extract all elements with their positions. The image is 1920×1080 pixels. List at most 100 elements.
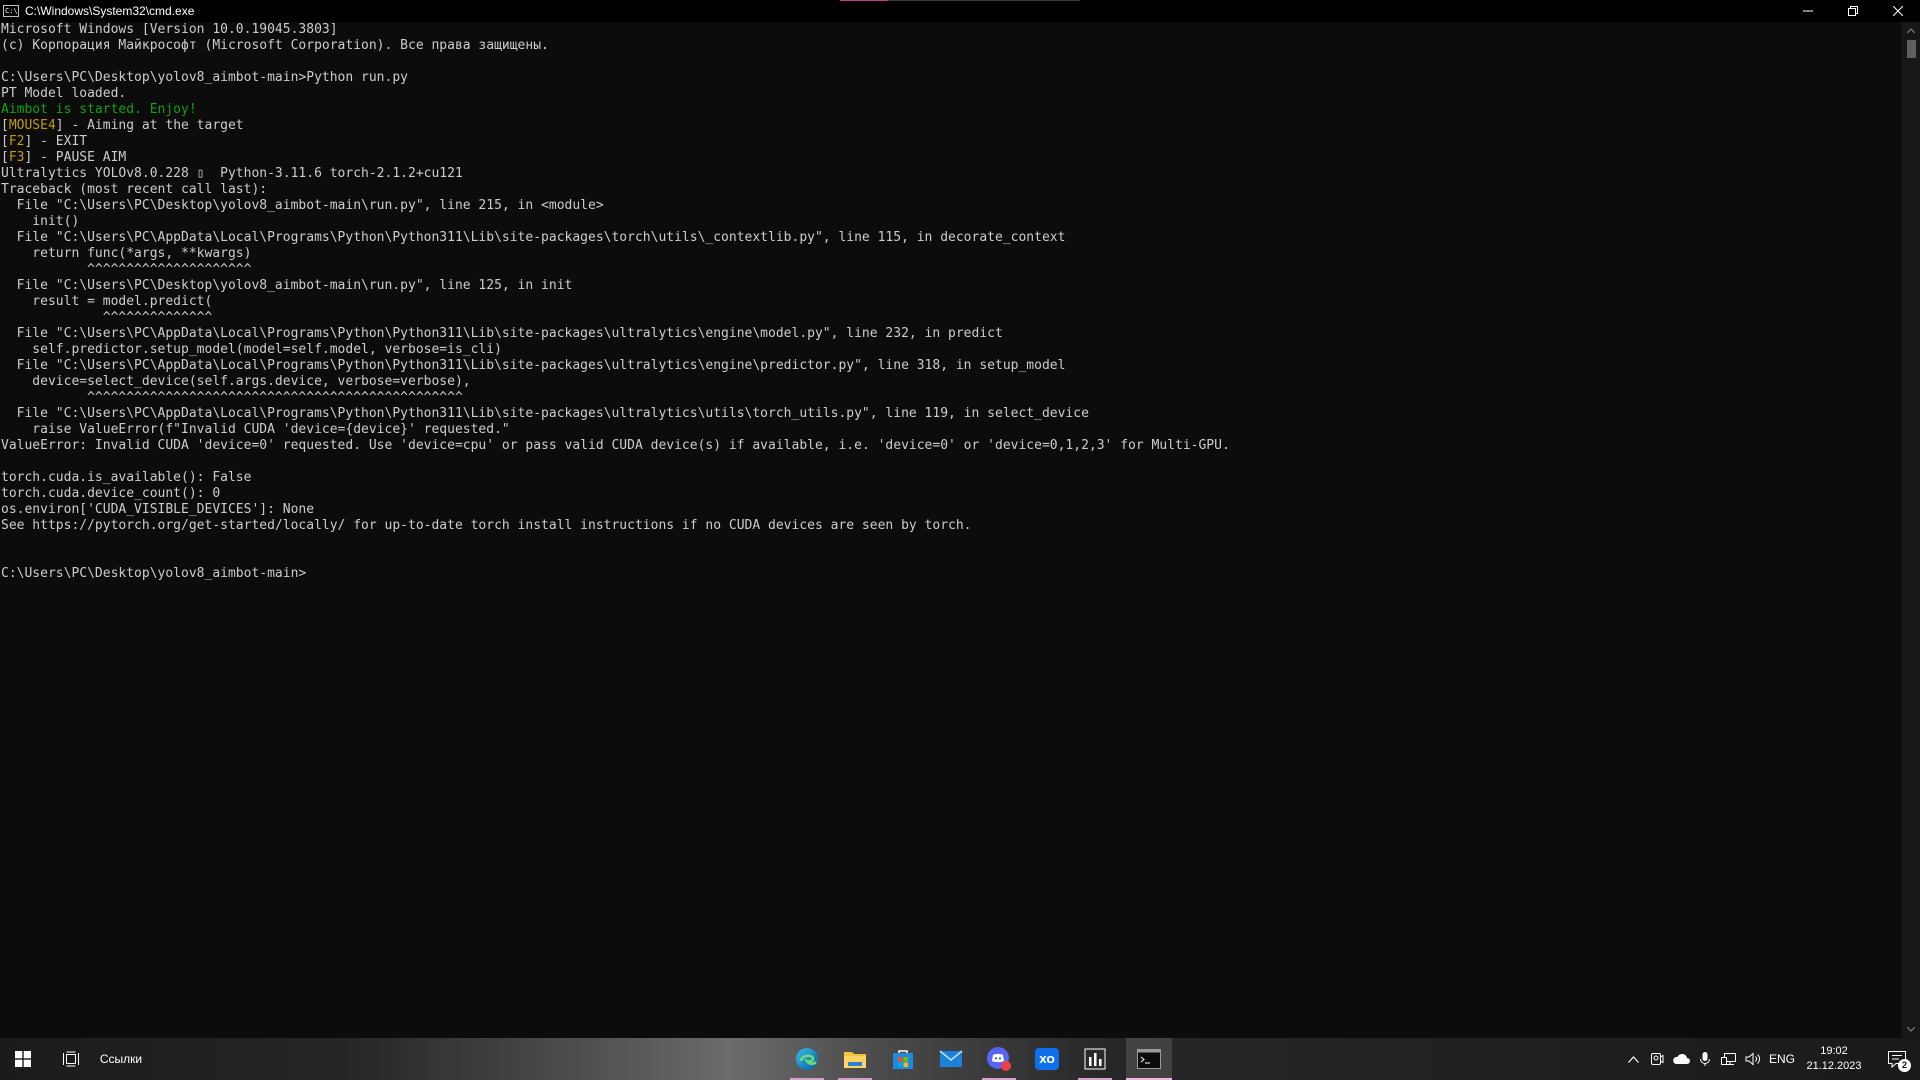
console-line: C:\Users\PC\Desktop\yolov8_aimbot-main> xyxy=(0,566,1902,582)
console-line: File "C:\Users\PC\AppData\Local\Programs… xyxy=(0,358,1902,374)
console-text: device=select_device(self.args.device, v… xyxy=(1,374,471,389)
minimize-button[interactable] xyxy=(1785,0,1830,22)
console-line: ValueError: Invalid CUDA 'device=0' requ… xyxy=(0,438,1902,454)
title-bar-accent-line xyxy=(840,0,1080,1)
taskbar-mail[interactable] xyxy=(928,1038,974,1080)
console-line: device=select_device(self.args.device, v… xyxy=(0,374,1902,390)
close-icon xyxy=(1892,6,1903,16)
cloud-icon xyxy=(1673,1053,1690,1064)
cmd-icon[interactable]: C:\ xyxy=(3,5,19,17)
console-text: File "C:\Users\PC\AppData\Local\Programs… xyxy=(1,326,1003,341)
console-text: Ultralytics YOLOv8.0.228 ▯ Python-3.11.6… xyxy=(1,166,463,181)
console-text: File "C:\Users\PC\Desktop\yolov8_aimbot-… xyxy=(1,198,604,213)
console-text: [ xyxy=(1,134,9,149)
console-text: os.environ['CUDA_VISIBLE_DEVICES']: None xyxy=(1,502,315,517)
console-text: return func(*args, **kwargs) xyxy=(1,246,252,261)
network-icon xyxy=(1721,1053,1736,1065)
console-line: File "C:\Users\PC\AppData\Local\Programs… xyxy=(0,230,1902,246)
scroll-thumb[interactable] xyxy=(1907,40,1916,58)
windows-logo-icon xyxy=(15,1051,31,1067)
scroll-down-button[interactable] xyxy=(1902,1021,1920,1038)
clock-date: 21.12.2023 xyxy=(1806,1060,1862,1072)
console-line: Traceback (most recent call last): xyxy=(0,182,1902,198)
taskbar-command-prompt[interactable] xyxy=(1126,1038,1172,1080)
mail-icon xyxy=(939,1050,963,1067)
tray-language[interactable]: ENG xyxy=(1764,1038,1800,1080)
console-line: ^^^^^^^^^^^^^^^^^^^^^^^^^^^^^^^^^^^^^^^^… xyxy=(0,390,1902,406)
console-line: Aimbot is started. Enjoy! xyxy=(0,102,1902,118)
console-text: [ xyxy=(1,118,9,133)
console-line: See https://pytorch.org/get-started/loca… xyxy=(0,518,1902,534)
console-line: ^^^^^^^^^^^^^^^^^^^^^ xyxy=(0,262,1902,278)
file-explorer-icon xyxy=(844,1052,866,1068)
console-line: [MOUSE4] - Aiming at the target xyxy=(0,118,1902,134)
console-line: raise ValueError(f"Invalid CUDA 'device=… xyxy=(0,422,1902,438)
tray-clock[interactable]: 19:02 21.12.2023 xyxy=(1798,1038,1870,1080)
console-line: return func(*args, **kwargs) xyxy=(0,246,1902,262)
show-hidden-icons-button[interactable] xyxy=(1622,1038,1644,1080)
chevron-up-icon xyxy=(1627,1055,1639,1063)
console-text: raise ValueError(f"Invalid CUDA 'device=… xyxy=(1,422,510,437)
console-scrollbar[interactable] xyxy=(1902,22,1920,1038)
window-controls xyxy=(1785,0,1920,22)
console-line: File "C:\Users\PC\Desktop\yolov8_aimbot-… xyxy=(0,198,1902,214)
clock-time: 19:02 xyxy=(1820,1045,1848,1057)
start-button[interactable] xyxy=(0,1038,46,1080)
tray-onedrive[interactable] xyxy=(1670,1038,1692,1080)
links-toolbar[interactable]: Ссылки xyxy=(96,1038,146,1080)
console-text: self.predictor.setup_model(model=self.mo… xyxy=(1,342,502,357)
command-prompt-icon xyxy=(1137,1049,1161,1069)
window-title-bar[interactable]: C:\ C:\Windows\System32\cmd.exe xyxy=(0,0,1920,22)
svg-text:XO: XO xyxy=(1039,1055,1055,1066)
console-line: [F3] - PAUSE AIM xyxy=(0,150,1902,166)
console-line: self.predictor.setup_model(model=self.mo… xyxy=(0,342,1902,358)
task-view-button[interactable] xyxy=(48,1038,94,1080)
console-text: ] - EXIT xyxy=(24,134,88,149)
chevron-up-icon xyxy=(1907,28,1915,33)
restore-button[interactable] xyxy=(1830,0,1875,22)
taskbar-task-manager[interactable] xyxy=(1072,1038,1118,1080)
console-text: ValueError: Invalid CUDA 'device=0' requ… xyxy=(1,438,1230,453)
console-line: torch.cuda.device_count(): 0 xyxy=(0,486,1902,502)
console-text: Traceback (most recent call last): xyxy=(1,182,268,197)
console-line: PT Model loaded. xyxy=(0,86,1902,102)
console-line: File "C:\Users\PC\Desktop\yolov8_aimbot-… xyxy=(0,278,1902,294)
console-text: File "C:\Users\PC\AppData\Local\Programs… xyxy=(1,358,1066,373)
tray-network[interactable] xyxy=(1718,1038,1740,1080)
console-text: File "C:\Users\PC\Desktop\yolov8_aimbot-… xyxy=(1,278,573,293)
tray-microphone[interactable] xyxy=(1694,1038,1716,1080)
chevron-down-icon xyxy=(1907,1027,1915,1032)
console-output[interactable]: Microsoft Windows [Version 10.0.19045.38… xyxy=(0,22,1902,1038)
tray-meet-now[interactable] xyxy=(1646,1038,1668,1080)
tray-volume[interactable] xyxy=(1742,1038,1764,1080)
edge-icon xyxy=(796,1048,818,1070)
taskbar-file-explorer[interactable] xyxy=(832,1038,878,1080)
xbox-icon: XO xyxy=(1035,1048,1059,1070)
minimize-icon xyxy=(1802,10,1813,12)
console-line: result = model.predict( xyxy=(0,294,1902,310)
taskbar-edge[interactable] xyxy=(784,1038,830,1080)
webcam-icon xyxy=(1651,1053,1664,1065)
console-text: ^^^^^^^^^^^^^^^^^^^^^^^^^^^^^^^^^^^^^^^^… xyxy=(1,390,463,405)
console-text: torch.cuda.is_available(): False xyxy=(1,470,252,485)
console-text: F2 xyxy=(8,134,25,149)
console-text: File "C:\Users\PC\AppData\Local\Programs… xyxy=(1,406,1089,421)
action-center-button[interactable]: 2 xyxy=(1874,1038,1920,1080)
console-text: init() xyxy=(1,214,80,229)
console-line: Ultralytics YOLOv8.0.228 ▯ Python-3.11.6… xyxy=(0,166,1902,182)
task-view-icon xyxy=(63,1051,79,1067)
restore-icon xyxy=(1847,6,1858,16)
console-text: torch.cuda.device_count(): 0 xyxy=(1,486,221,501)
scroll-up-button[interactable] xyxy=(1902,22,1920,39)
console-text: C:\Users\PC\Desktop\yolov8_aimbot-main> xyxy=(1,566,307,581)
console-line: ^^^^^^^^^^^^^^ xyxy=(0,310,1902,326)
taskbar-microsoft-store[interactable] xyxy=(880,1038,926,1080)
taskbar-discord[interactable] xyxy=(976,1038,1022,1080)
microsoft-store-icon xyxy=(893,1050,913,1069)
taskbar-xbox[interactable]: XO xyxy=(1024,1038,1070,1080)
console-text: ] - PAUSE AIM xyxy=(24,150,127,165)
close-button[interactable] xyxy=(1875,0,1920,22)
